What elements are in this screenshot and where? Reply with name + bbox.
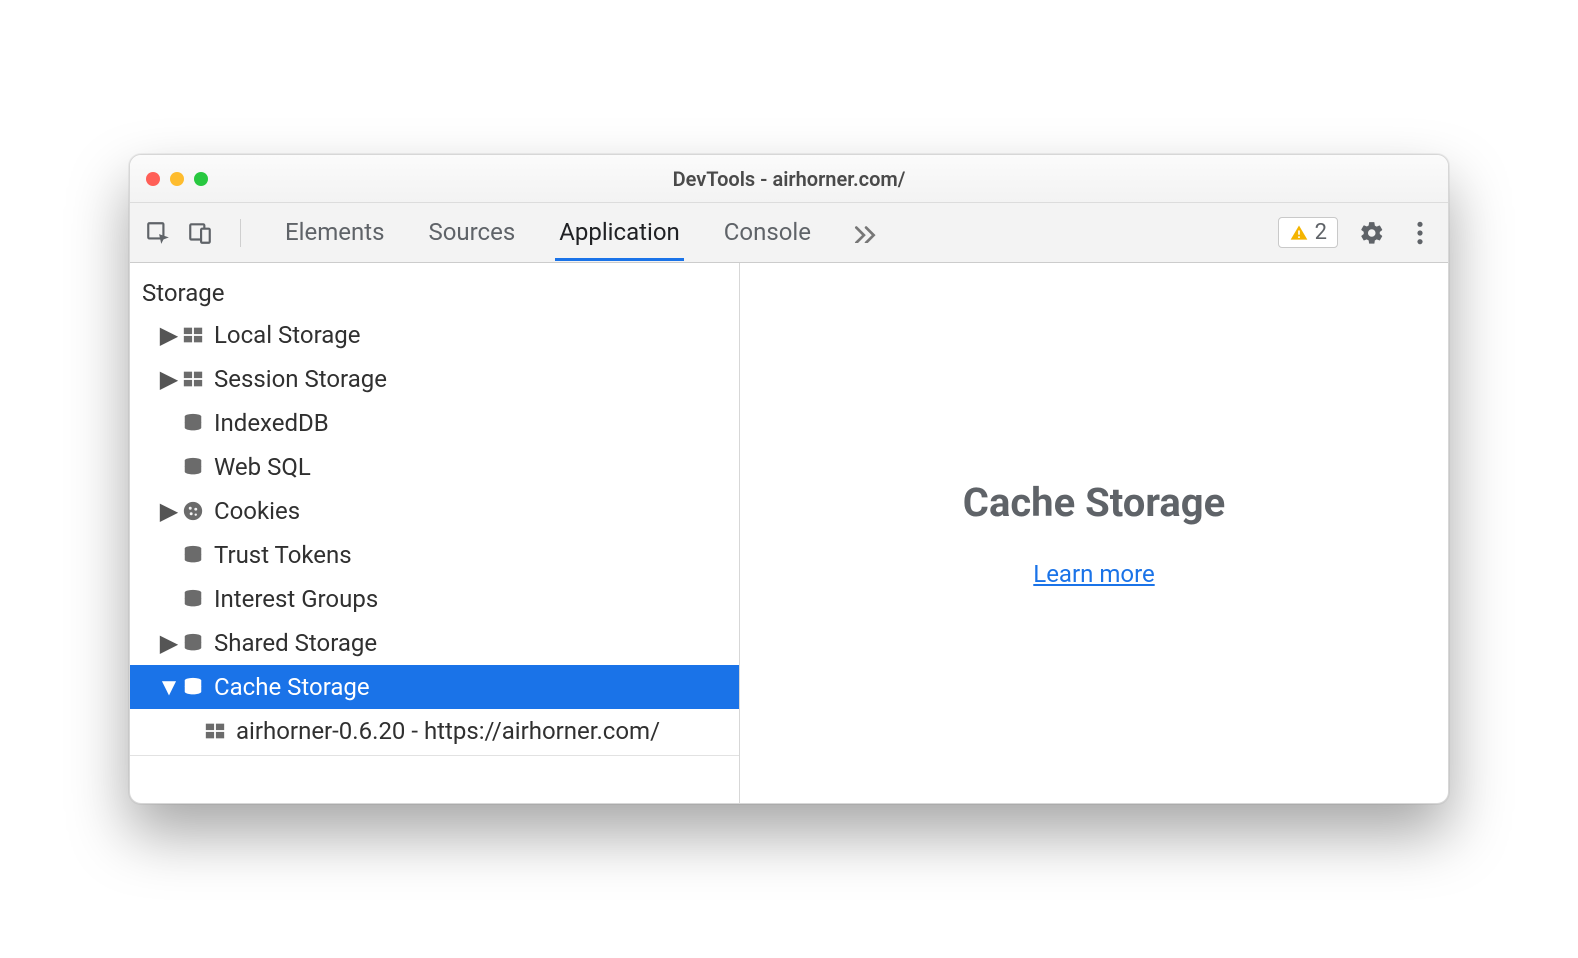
sidebar-item-session-storage[interactable]: ▶ Session Storage [130,357,739,401]
cookie-icon [178,500,208,522]
window-controls [146,172,208,186]
sidebar-item-indexeddb[interactable]: IndexedDB [130,401,739,445]
chevron-right-icon: ▶ [160,365,178,393]
sidebar-item-label: Shared Storage [214,629,377,657]
sidebar-item-label: Cookies [214,497,300,525]
kebab-menu-icon[interactable] [1406,219,1434,247]
sidebar-item-cache-storage[interactable]: ▼ Cache Storage [130,665,739,709]
window-title: DevTools - airhorner.com/ [130,167,1448,191]
chevron-down-icon: ▼ [160,673,178,702]
sidebar-item-interest-groups[interactable]: Interest Groups [130,577,739,621]
device-toggle-icon[interactable] [186,219,214,247]
sidebar-item-label: Interest Groups [214,585,378,613]
sidebar-item-websql[interactable]: Web SQL [130,445,739,489]
sidebar-item-label: Session Storage [214,365,387,393]
storage-tree: ▶ Local Storage ▶ Session Storage [130,313,739,753]
sidebar-item-cache-entry[interactable]: airhorner-0.6.20 - https://airhorner.com… [130,709,739,753]
sidebar-divider [130,755,739,756]
main-panel: Cache Storage Learn more [740,263,1448,803]
inspect-element-icon[interactable] [144,219,172,247]
toolbar-separator [240,219,241,247]
close-window-button[interactable] [146,172,160,186]
sidebar-item-cookies[interactable]: ▶ Cookies [130,489,739,533]
tab-sources[interactable]: Sources [424,204,519,261]
tab-console[interactable]: Console [720,204,815,261]
sidebar-item-trust-tokens[interactable]: Trust Tokens [130,533,739,577]
sidebar-item-label: Local Storage [214,321,361,349]
sidebar-item-label: airhorner-0.6.20 - https://airhorner.com… [236,717,660,745]
database-icon [178,544,208,566]
devtools-window: DevTools - airhorner.com/ Elements Sourc… [129,154,1449,804]
tab-label: Sources [428,218,515,246]
tab-application[interactable]: Application [555,204,684,261]
warning-icon [1289,223,1309,243]
sidebar-item-shared-storage[interactable]: ▶ Shared Storage [130,621,739,665]
chevron-right-icon: ▶ [160,321,178,349]
sidebar-item-label: Trust Tokens [214,541,352,569]
tab-elements[interactable]: Elements [281,204,388,261]
minimize-window-button[interactable] [170,172,184,186]
devtools-toolbar: Elements Sources Application Console 2 [130,203,1448,263]
titlebar: DevTools - airhorner.com/ [130,155,1448,203]
issues-badge[interactable]: 2 [1278,217,1338,248]
sidebar-section-storage: Storage [130,271,739,313]
chevron-right-icon: ▶ [160,497,178,525]
settings-icon[interactable] [1358,219,1386,247]
database-icon [178,632,208,654]
panel-tabs: Elements Sources Application Console [281,204,879,261]
sidebar-item-label: Web SQL [214,453,311,481]
tab-label: Console [724,218,811,246]
database-icon [178,412,208,434]
tab-label: Application [559,218,680,246]
grid-icon [178,368,208,390]
tab-label: Elements [285,218,384,246]
panel-heading: Cache Storage [963,479,1225,526]
sidebar-item-label: Cache Storage [214,673,370,701]
issues-count: 2 [1315,220,1327,245]
maximize-window-button[interactable] [194,172,208,186]
sidebar-item-local-storage[interactable]: ▶ Local Storage [130,313,739,357]
more-tabs-icon[interactable] [851,219,879,247]
database-icon [178,676,208,698]
grid-icon [178,324,208,346]
learn-more-link[interactable]: Learn more [1033,560,1154,588]
sidebar-item-label: IndexedDB [214,409,329,437]
database-icon [178,456,208,478]
application-sidebar: Storage ▶ Local Storage ▶ Session Storag… [130,263,740,803]
grid-icon [200,720,230,742]
database-icon [178,588,208,610]
chevron-right-icon: ▶ [160,629,178,657]
